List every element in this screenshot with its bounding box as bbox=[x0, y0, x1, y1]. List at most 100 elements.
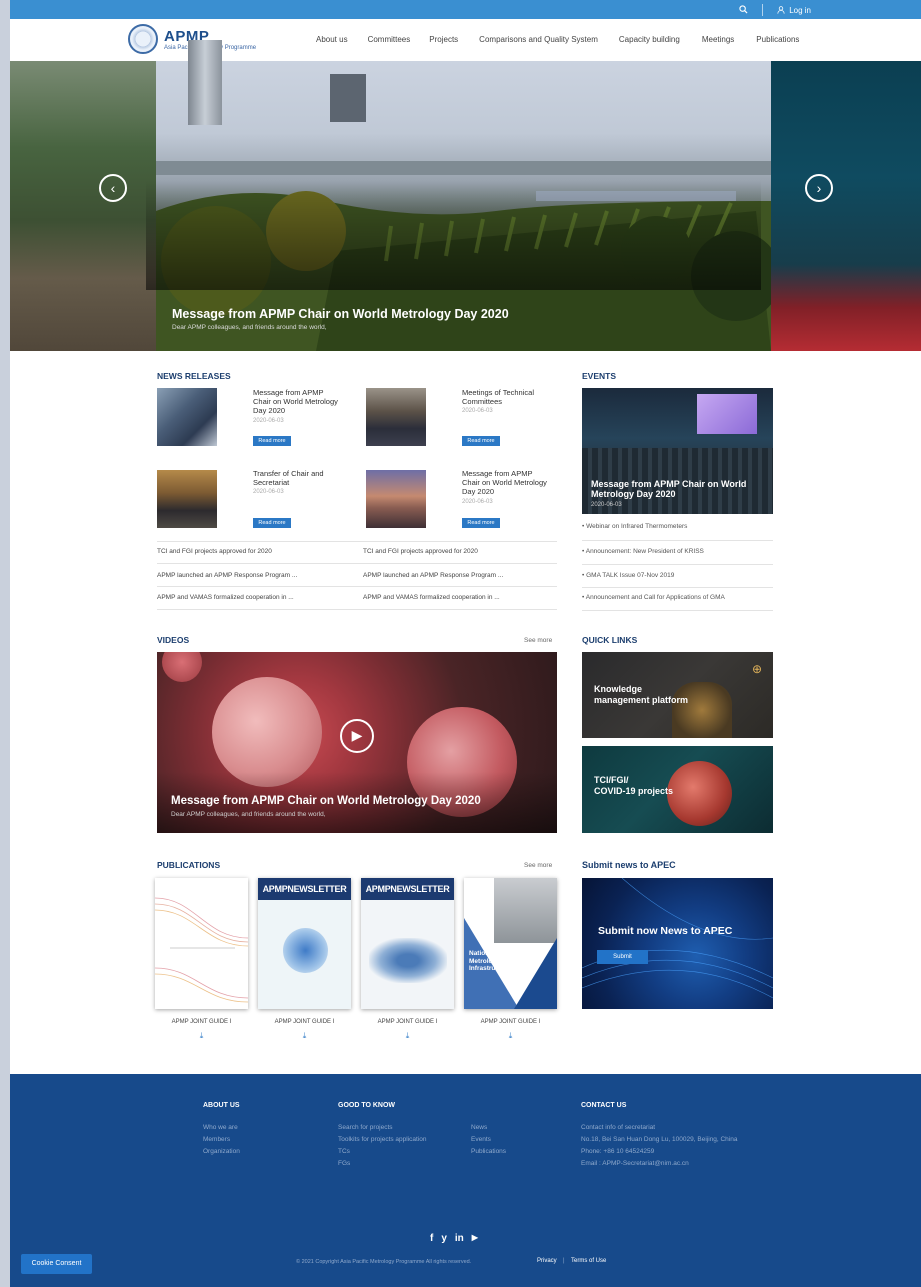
news-list-item[interactable]: APMP launched an APMP Response Program .… bbox=[157, 572, 297, 579]
apec-heading: Submit news to APEC bbox=[582, 860, 676, 870]
youtube-icon[interactable]: ▶ bbox=[472, 1233, 478, 1244]
chevron-left-icon: ‹ bbox=[110, 180, 116, 196]
nav-publications[interactable]: Publications bbox=[756, 35, 799, 44]
publications-see-more[interactable]: See more bbox=[524, 862, 552, 869]
read-more-button[interactable]: Read more bbox=[462, 436, 500, 446]
event-feature-title[interactable]: Message from APMP Chair on World Metrolo… bbox=[591, 479, 766, 499]
play-icon: ▶ bbox=[351, 727, 363, 743]
event-item[interactable]: • Announcement and Call for Applications… bbox=[582, 594, 725, 601]
wave-graphic bbox=[155, 897, 248, 1003]
read-more-button[interactable]: Read more bbox=[253, 518, 291, 528]
divider bbox=[582, 610, 773, 611]
contact-phone: Phone: +86 10 64524259 bbox=[581, 1148, 655, 1155]
news-list-item[interactable]: APMP and VAMAS formalized cooperation in… bbox=[157, 594, 294, 601]
footer-link[interactable]: Events bbox=[471, 1136, 491, 1143]
world-map bbox=[369, 938, 447, 983]
publication-cover[interactable]: APMPNEWSLETTER bbox=[361, 878, 454, 1009]
hero-shade bbox=[146, 180, 761, 290]
footer-contact-heading: CONTACT US bbox=[581, 1102, 627, 1109]
footer-link[interactable]: FGs bbox=[338, 1160, 350, 1167]
read-more-button[interactable]: Read more bbox=[253, 436, 291, 446]
news-list-item[interactable]: TCI and FGI projects approved for 2020 bbox=[363, 548, 478, 555]
news-thumbnail[interactable] bbox=[366, 388, 426, 446]
event-feature-date: 2020-06-03 bbox=[591, 502, 622, 508]
chevron-right-icon: › bbox=[816, 180, 822, 196]
quick-link-label[interactable]: TCI/FGI/COVID-19 projects bbox=[594, 775, 673, 797]
news-thumbnail[interactable] bbox=[157, 470, 217, 528]
facebook-icon[interactable]: f bbox=[430, 1233, 433, 1244]
news-card-title[interactable]: Meetings of Technical Committees bbox=[462, 388, 548, 406]
news-card-title[interactable]: Message from APMP Chair on World Metrolo… bbox=[253, 388, 339, 415]
divider bbox=[157, 586, 557, 587]
video-title[interactable]: Message from APMP Chair on World Metrolo… bbox=[171, 795, 481, 807]
virus-image bbox=[667, 761, 732, 826]
hero-next-button[interactable]: › bbox=[805, 174, 833, 202]
footer-link[interactable]: Publications bbox=[471, 1148, 506, 1155]
news-thumbnail[interactable] bbox=[366, 470, 426, 528]
event-item[interactable]: • Announcement: New President of KRISS bbox=[582, 548, 704, 555]
publication-caption: APMP JOINT GUIDE I bbox=[480, 1019, 541, 1025]
footer-link[interactable]: Who we are bbox=[203, 1124, 238, 1131]
contact-line: Contact info of secretariat bbox=[581, 1124, 656, 1131]
download-icon[interactable]: ⤓ bbox=[258, 1031, 351, 1041]
video-subtitle: Dear APMP colleagues, and friends around… bbox=[171, 811, 326, 818]
download-icon[interactable]: ⤓ bbox=[155, 1031, 248, 1041]
hero-title[interactable]: Message from APMP Chair on World Metrolo… bbox=[172, 307, 509, 321]
social-links: f y in ▶ bbox=[430, 1233, 478, 1244]
contact-email[interactable]: Email : APMP-Secretariat@nim.ac.cn bbox=[581, 1160, 689, 1167]
quick-links-heading: QUICK LINKS bbox=[582, 635, 638, 645]
office-building bbox=[330, 74, 366, 122]
footer-link[interactable]: Search for projects bbox=[338, 1124, 393, 1131]
news-list-item[interactable]: APMP and VAMAS formalized cooperation in… bbox=[363, 594, 500, 601]
events-heading: EVENTS bbox=[582, 371, 617, 381]
network-lines bbox=[582, 878, 773, 999]
publication-cover[interactable]: APMPNEWSLETTER bbox=[258, 878, 351, 1009]
nav-about-us[interactable]: About us bbox=[316, 35, 348, 44]
virus-image bbox=[283, 928, 328, 973]
apmp-logo[interactable] bbox=[128, 24, 158, 54]
terms-link[interactable]: Terms of Use bbox=[571, 1258, 606, 1264]
footer-link[interactable]: Members bbox=[203, 1136, 230, 1143]
footer-link[interactable]: News bbox=[471, 1124, 487, 1131]
user-icon bbox=[777, 6, 785, 14]
nav-committees[interactable]: Committees bbox=[368, 35, 411, 44]
projection-screen bbox=[697, 394, 757, 434]
download-icon[interactable]: ⤓ bbox=[464, 1031, 557, 1041]
newsletter-banner: APMPNEWSLETTER bbox=[361, 878, 454, 900]
twitter-icon[interactable]: y bbox=[441, 1233, 447, 1244]
download-icon[interactable]: ⤓ bbox=[361, 1031, 454, 1041]
nav-capacity-building[interactable]: Capacity building bbox=[619, 35, 680, 44]
publication-cover[interactable] bbox=[155, 878, 248, 1009]
privacy-link[interactable]: Privacy bbox=[537, 1258, 557, 1264]
news-list-item[interactable]: APMP launched an APMP Response Program .… bbox=[363, 572, 503, 579]
quick-link-label[interactable]: Knowledge management platform bbox=[594, 684, 688, 706]
nav-projects[interactable]: Projects bbox=[429, 35, 458, 44]
footer-link[interactable]: Toolkits for projects application bbox=[338, 1136, 427, 1143]
footer-link[interactable]: TCs bbox=[338, 1148, 350, 1155]
apec-banner[interactable] bbox=[582, 878, 773, 1009]
news-card-title[interactable]: Transfer of Chair and Secretariat bbox=[253, 469, 339, 487]
read-more-button[interactable]: Read more bbox=[462, 518, 500, 528]
event-item[interactable]: • GMA TALK Issue 07-Nov 2019 bbox=[582, 572, 674, 579]
site-footer bbox=[10, 1074, 921, 1287]
videos-heading: VIDEOS bbox=[157, 635, 190, 645]
news-thumbnail[interactable] bbox=[157, 388, 217, 446]
nav-meetings[interactable]: Meetings bbox=[702, 35, 734, 44]
videos-see-more[interactable]: See more bbox=[524, 637, 552, 644]
hero-prev-button[interactable]: ‹ bbox=[99, 174, 127, 202]
footer-link[interactable]: Organization bbox=[203, 1148, 240, 1155]
nav-comparisons[interactable]: Comparisons and Quality System bbox=[479, 35, 598, 44]
hero-subtitle: Dear APMP colleagues, and friends around… bbox=[172, 324, 327, 331]
submit-button[interactable]: Submit bbox=[597, 950, 648, 964]
divider bbox=[157, 563, 557, 564]
news-card-title[interactable]: Message from APMP Chair on World Metrolo… bbox=[462, 469, 548, 496]
news-list-item[interactable]: TCI and FGI projects approved for 2020 bbox=[157, 548, 272, 555]
event-item[interactable]: • Webinar on Infrared Thermometers bbox=[582, 523, 687, 530]
login-link[interactable]: Log in bbox=[777, 6, 811, 15]
cookie-consent-button[interactable]: Cookie Consent bbox=[21, 1254, 92, 1274]
linkedin-icon[interactable]: in bbox=[455, 1233, 464, 1244]
play-button[interactable]: ▶ bbox=[340, 719, 374, 753]
publication-cover[interactable]: National Metrological Infrastructure bbox=[464, 878, 557, 1009]
divider bbox=[762, 4, 764, 16]
search-icon[interactable] bbox=[739, 4, 748, 16]
